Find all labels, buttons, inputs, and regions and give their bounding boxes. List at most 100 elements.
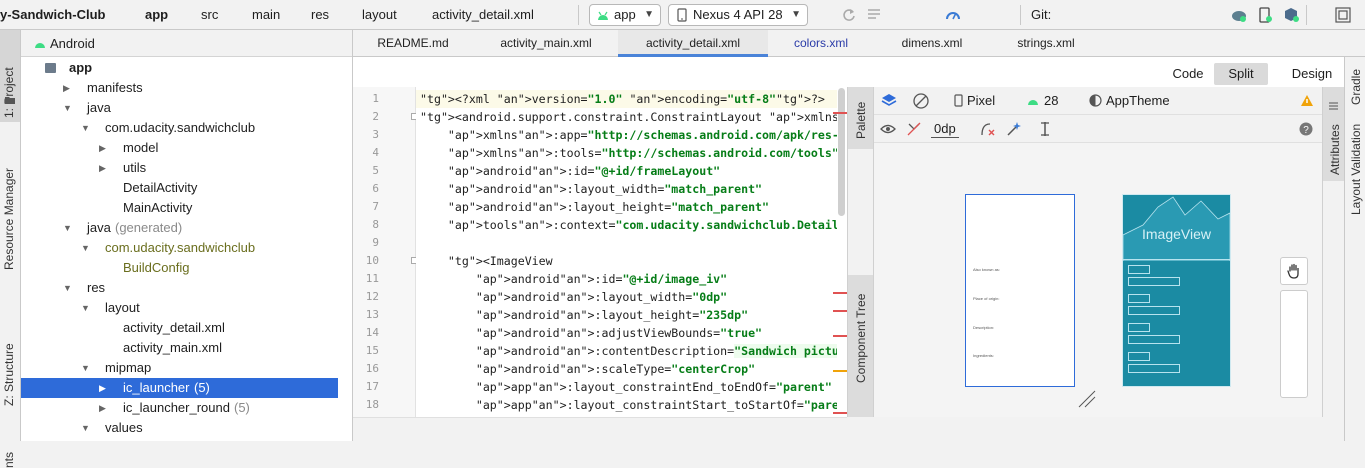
tree-item[interactable]: MainActivity [21, 198, 352, 218]
tree-item[interactable]: DetailActivity [21, 178, 352, 198]
svg-text:?: ? [1303, 125, 1309, 136]
resource-manager-label[interactable]: Resource Manager [2, 168, 16, 270]
error-marker[interactable] [833, 292, 847, 294]
tab-colors[interactable]: colors.xml [780, 30, 862, 57]
layout-validation-label[interactable]: Layout Validation [1349, 124, 1363, 215]
project-view-mode[interactable]: Android [50, 36, 95, 51]
orientation-icon[interactable] [912, 92, 930, 110]
tree-item[interactable]: ▼ java [21, 98, 352, 118]
design-preview-screen[interactable]: Also known as: Place of origin: Descript… [965, 194, 1075, 387]
help-icon[interactable]: ? [1299, 122, 1313, 136]
gradle-label[interactable]: Gradle [1349, 69, 1363, 105]
resize-handle-icon[interactable] [1077, 389, 1097, 409]
error-marker[interactable] [833, 310, 847, 312]
tree-item[interactable]: activity_detail.xml [21, 318, 352, 338]
favorites-label[interactable]: nts [2, 452, 16, 468]
tab-strings[interactable]: strings.xml [1001, 30, 1091, 57]
chevron-down-icon[interactable]: ▼ [81, 358, 90, 378]
tree-item[interactable]: ▼ java (generated) [21, 218, 352, 238]
tree-item[interactable]: ▼ res [21, 278, 352, 298]
blueprint-screen[interactable]: ImageView [1122, 194, 1231, 387]
tree-item[interactable]: BuildConfig [21, 258, 352, 278]
breadcrumb-src[interactable]: src [201, 7, 218, 22]
pan-button[interactable] [1280, 257, 1308, 285]
palette-label[interactable]: Palette [854, 102, 868, 139]
guidelines-icon[interactable] [1040, 121, 1050, 137]
mode-design[interactable]: Design [1287, 63, 1337, 85]
autoconnect-off-icon[interactable] [906, 121, 922, 137]
tree-item[interactable]: ▶ model [21, 138, 352, 158]
error-marker[interactable] [833, 412, 847, 414]
default-margin-select[interactable]: 0dp [931, 120, 959, 138]
clear-constraints-icon[interactable] [980, 121, 996, 137]
tree-item-label: model [123, 140, 159, 155]
apply-changes-icon[interactable] [866, 6, 884, 24]
chevron-down-icon[interactable]: ▼ [63, 218, 72, 238]
chevron-down-icon[interactable]: ▼ [81, 118, 90, 138]
profiler-icon[interactable] [944, 6, 962, 24]
warning-icon[interactable] [1300, 94, 1314, 107]
code-editor[interactable]: "tg"><?xml "an">version="1.0" "an">encod… [416, 87, 847, 417]
chevron-down-icon[interactable]: ▼ [81, 418, 90, 438]
chevron-down-icon[interactable]: ▼ [63, 98, 72, 118]
mode-split[interactable]: Split [1214, 63, 1268, 85]
chevron-down-icon[interactable]: ▼ [81, 298, 90, 318]
chevron-right-icon[interactable]: ▶ [99, 158, 106, 178]
tree-item[interactable]: activity_main.xml [21, 338, 352, 358]
breadcrumb-app[interactable]: app [145, 7, 168, 22]
tab-dimens[interactable]: dimens.xml [887, 30, 977, 57]
api-level-select[interactable]: 28 [1044, 92, 1058, 110]
tree-item[interactable]: ▼ com.udacity.sandwichclub [21, 118, 352, 138]
magic-wand-icon[interactable] [1006, 121, 1022, 137]
chevron-right-icon[interactable]: ▶ [99, 398, 106, 418]
chevron-down-icon[interactable]: ▼ [63, 278, 72, 298]
theme-select[interactable]: AppTheme [1106, 92, 1170, 110]
tab-readme[interactable]: README.md [367, 30, 459, 57]
tree-item[interactable]: ▼ com.udacity.sandwichclub [21, 238, 352, 258]
tab-activity-main[interactable]: activity_main.xml [486, 30, 606, 57]
tree-item[interactable]: ▶ ic_launcher_round (5) [21, 398, 352, 418]
tree-item[interactable]: ▶ utils [21, 158, 352, 178]
breadcrumb-res[interactable]: res [311, 7, 329, 22]
error-marker[interactable] [833, 112, 847, 114]
device-select[interactable]: Nexus 4 API 28 ▼ [668, 4, 808, 26]
tree-item[interactable]: ▼ mipmap [21, 358, 352, 378]
tab-activity-detail[interactable]: activity_detail.xml [618, 30, 768, 57]
breadcrumb-layout[interactable]: layout [362, 7, 397, 22]
breadcrumb-main[interactable]: main [252, 7, 280, 22]
project-tool-label[interactable]: 1: Project [2, 67, 16, 118]
tree-item[interactable]: ▼app [21, 58, 352, 78]
chevron-right-icon[interactable]: ▶ [99, 138, 106, 158]
code-scrollbar-thumb[interactable] [838, 88, 845, 216]
structure-label[interactable]: Z: Structure [2, 343, 16, 406]
horizontal-scrollbar[interactable] [353, 417, 847, 441]
toolbar-separator [1306, 5, 1307, 25]
error-marker[interactable] [833, 335, 847, 337]
gradle-sync-icon[interactable] [1230, 6, 1248, 24]
breadcrumb-project[interactable]: y-Sandwich-Club [0, 7, 105, 22]
search-everywhere-icon[interactable] [1334, 6, 1352, 24]
chevron-right-icon[interactable]: ▶ [99, 378, 106, 398]
component-tree-label[interactable]: Component Tree [854, 294, 868, 383]
tree-item[interactable]: ▶ ic_launcher (5) [21, 378, 338, 398]
avd-manager-icon[interactable] [1256, 6, 1274, 24]
zoom-controls[interactable] [1280, 290, 1308, 398]
run-config-select[interactable]: app ▼ [589, 4, 661, 26]
design-device-select[interactable]: Pixel [967, 92, 995, 110]
warning-marker[interactable] [833, 370, 847, 372]
device-label: Nexus 4 API 28 [693, 7, 783, 22]
rerun-icon[interactable] [840, 6, 858, 24]
sdk-manager-icon[interactable] [1282, 6, 1300, 24]
layers-icon[interactable] [880, 92, 898, 110]
mode-code[interactable]: Code [1165, 63, 1211, 85]
tree-item-label: activity_main.xml [123, 340, 222, 355]
tree-item[interactable]: ▼ values [21, 418, 352, 438]
chevron-right-icon[interactable]: ▶ [63, 78, 70, 98]
tree-item[interactable]: ▼ layout [21, 298, 352, 318]
chevron-down-icon[interactable]: ▼ [81, 238, 90, 258]
attributes-label[interactable]: Attributes [1328, 124, 1342, 175]
tree-item[interactable]: ▶ manifests [21, 78, 352, 98]
breadcrumb-file[interactable]: activity_detail.xml [432, 7, 534, 22]
design-canvas[interactable]: Also known as: Place of origin: Descript… [874, 143, 1322, 417]
eye-icon[interactable] [880, 122, 896, 136]
